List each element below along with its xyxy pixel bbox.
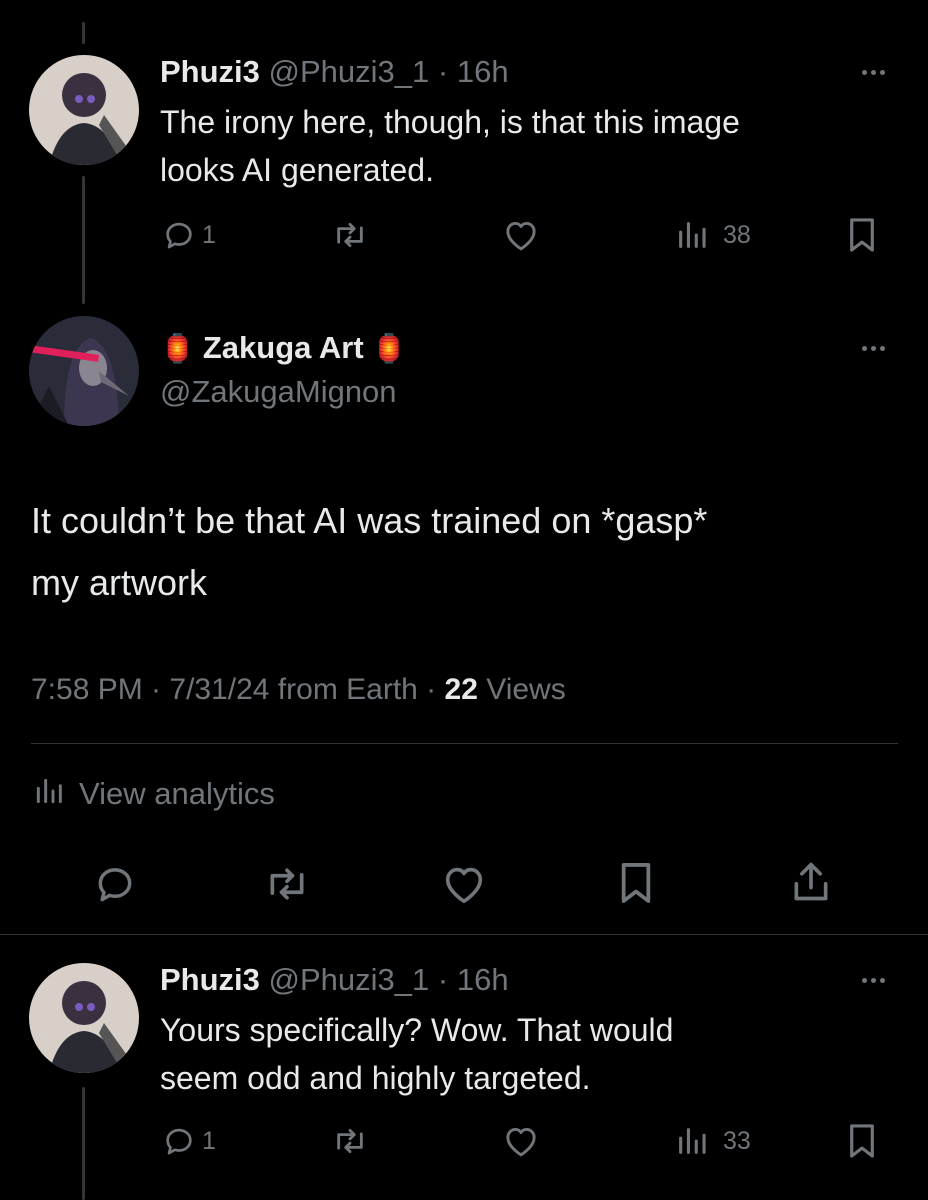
analytics-icon [33, 774, 65, 813]
main-author-handle[interactable]: @ZakugaMignon [160, 374, 397, 410]
bookmark-icon [617, 858, 655, 908]
reply2-header: Phuzi3 @Phuzi3_1 · 16h [160, 962, 509, 998]
lantern-emoji-left: 🏮 [160, 332, 195, 364]
heart-icon [441, 862, 487, 906]
reply2-bookmark-button[interactable] [846, 1122, 878, 1160]
reply1-view-count: 38 [723, 220, 751, 249]
main-repost-button[interactable] [262, 862, 312, 906]
reply1-views-button[interactable]: 38 [675, 218, 751, 252]
reply2-views-button[interactable]: 33 [675, 1124, 751, 1158]
main-text-line2: my artwork [31, 562, 208, 603]
reply1-author-name[interactable]: Phuzi3 [160, 54, 260, 89]
reply1-author-handle[interactable]: @Phuzi3_1 [269, 54, 430, 89]
repost-icon [331, 218, 369, 252]
main-bookmark-button[interactable] [617, 858, 655, 908]
divider-main-bottom [0, 934, 928, 935]
reply2-text-line1: Yours specifically? Wow. That would [160, 1012, 674, 1048]
reply2-more-button[interactable] [862, 978, 885, 983]
reply2-author-handle[interactable]: @Phuzi3_1 [269, 962, 430, 997]
reply1-time[interactable]: 16h [457, 54, 509, 89]
main-more-button[interactable] [862, 346, 885, 351]
divider-meta [31, 743, 898, 744]
main-meta: 7:58 PM · 7/31/24 from Earth · 22 Views [31, 673, 566, 707]
reply1-bookmark-button[interactable] [846, 216, 878, 254]
thread-line-top [82, 22, 85, 44]
repost-icon [331, 1124, 369, 1158]
main-text-line1: It couldn’t be that AI was trained on *g… [31, 500, 708, 541]
heart-icon [502, 1124, 540, 1158]
repost-icon [262, 862, 312, 906]
view-analytics-label: View analytics [79, 775, 275, 811]
reply2-text-line2: seem odd and highly targeted. [160, 1060, 591, 1096]
reply2-reply-button[interactable]: 1 [162, 1124, 216, 1158]
main-views-number: 22 [444, 673, 478, 706]
avatar-zakuga[interactable] [29, 316, 139, 426]
lantern-emoji-right: 🏮 [371, 332, 407, 364]
reply2-repost-button[interactable] [331, 1124, 369, 1158]
comment-icon [162, 218, 196, 252]
reply1-text-line2: looks AI generated. [160, 152, 434, 188]
reply2-text: Yours specifically? Wow. That would seem… [160, 1006, 880, 1102]
reply1-text-line1: The irony here, though, is that this ima… [160, 104, 740, 140]
main-reply-button[interactable] [93, 862, 137, 906]
reply1-reply-count: 1 [202, 220, 216, 249]
comment-icon [93, 862, 137, 906]
reply1-header: Phuzi3 @Phuzi3_1 · 16h [160, 54, 509, 90]
share-icon [789, 858, 833, 906]
reply2-view-count: 33 [723, 1126, 751, 1155]
comment-icon [162, 1124, 196, 1158]
avatar-phuzi3[interactable] [29, 963, 139, 1073]
bookmark-icon [846, 216, 878, 254]
reply1-more-button[interactable] [862, 70, 885, 75]
avatar-phuzi3[interactable] [29, 55, 139, 165]
bookmark-icon [846, 1122, 878, 1160]
main-timestamp[interactable]: 7:58 PM · 7/31/24 from Earth · [31, 673, 445, 706]
thread-line-2 [82, 1087, 85, 1200]
main-like-button[interactable] [441, 862, 487, 906]
reply2-reply-count: 1 [202, 1126, 216, 1155]
main-views-label: Views [477, 673, 566, 706]
analytics-icon [675, 1124, 709, 1158]
analytics-icon [675, 218, 709, 252]
reply1-like-button[interactable] [502, 218, 540, 252]
reply1-repost-button[interactable] [331, 218, 369, 252]
reply1-separator: · [429, 54, 457, 89]
main-share-button[interactable] [789, 858, 833, 906]
thread-line-1 [82, 176, 85, 304]
main-author-line: 🏮 Zakuga Art 🏮 [160, 330, 407, 366]
view-analytics-link[interactable]: View analytics [33, 774, 275, 813]
reply1-text: The irony here, though, is that this ima… [160, 98, 880, 194]
heart-icon [502, 218, 540, 252]
reply2-separator: · [429, 962, 457, 997]
main-author-name[interactable]: Zakuga Art [203, 330, 364, 366]
main-text: It couldn’t be that AI was trained on *g… [31, 490, 911, 614]
reply1-reply-button[interactable]: 1 [162, 218, 216, 252]
reply2-author-name[interactable]: Phuzi3 [160, 962, 260, 997]
reply2-like-button[interactable] [502, 1124, 540, 1158]
reply2-time[interactable]: 16h [457, 962, 509, 997]
